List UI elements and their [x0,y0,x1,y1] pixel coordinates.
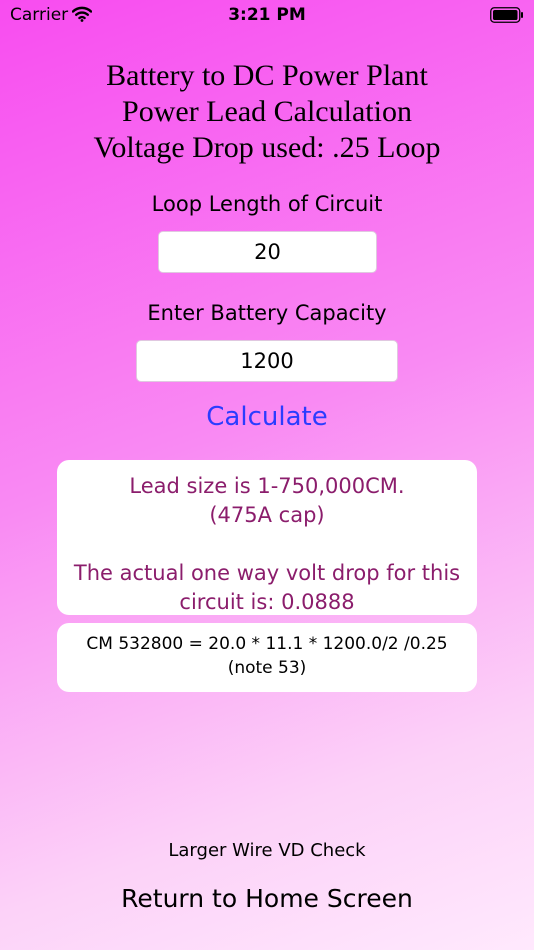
calculate-button[interactable]: Calculate [0,402,534,432]
battery-icon [490,7,523,23]
result-line: Lead size is 1-750,000CM. [129,474,405,498]
page-title: Battery to DC Power Plant Power Lead Cal… [0,58,534,166]
loop-length-input[interactable] [158,231,377,273]
return-home-button[interactable]: Return to Home Screen [0,884,534,913]
result-line: (475A cap) [209,503,325,527]
formula-panel: CM 532800 = 20.0 * 11.1 * 1200.0/2 /0.25… [57,623,477,692]
battery-capacity-input[interactable] [136,340,398,382]
battery-capacity-label: Enter Battery Capacity [147,301,387,325]
loop-length-label: Loop Length of Circuit [151,192,383,216]
result-line: The actual one way volt drop for this [73,561,461,585]
result-panel: Lead size is 1-750,000CM. (475A cap) The… [57,460,477,615]
status-time: 3:21 PM [228,5,306,25]
formula-note: (note 53) [227,658,307,678]
status-bar: Carrier 3:21 PM [0,0,534,32]
title-line: Voltage Drop used: .25 Loop [93,131,441,164]
result-spacer [57,530,477,559]
title-line: Power Lead Calculation [122,95,412,128]
larger-wire-vd-check-button[interactable]: Larger Wire VD Check [0,840,534,861]
formula-line: CM 532800 = 20.0 * 11.1 * 1200.0/2 /0.25 [86,634,448,654]
title-line: Battery to DC Power Plant [106,59,428,92]
result-line: circuit is: 0.0888 [179,590,355,614]
